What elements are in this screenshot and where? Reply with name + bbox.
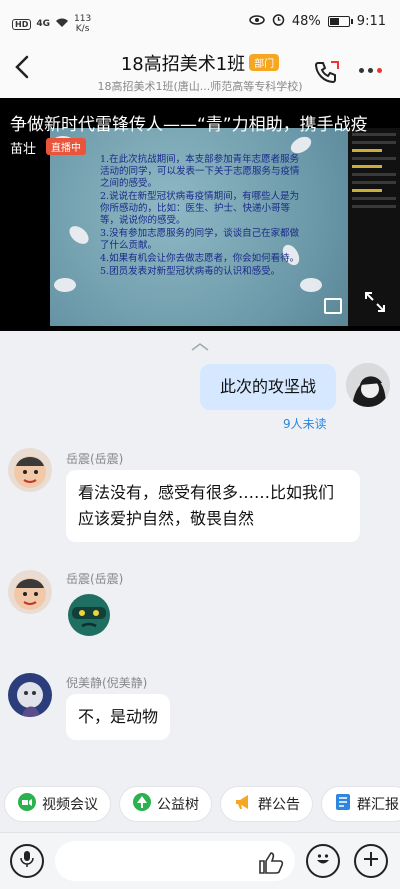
side-panel-row <box>352 165 382 168</box>
slide-line: 4.如果有机会让你去做志愿者，你会如何看待。 <box>100 253 300 264</box>
side-panel-row <box>352 173 396 176</box>
charity-tree-label: 公益树 <box>157 797 199 813</box>
live-status-badge: 直播中 <box>46 138 86 155</box>
group-notice-button[interactable]: 群公告 <box>220 786 313 822</box>
sim-signal-icon: 4G <box>36 19 50 29</box>
sender-name: 倪美静(倪美静) <box>66 676 148 690</box>
group-title: 18高招美术1班 <box>120 54 246 75</box>
net-speed-unit: K/s <box>75 24 90 34</box>
quick-action-bar: 视频会议 公益树 群公告 群汇报 <box>0 786 400 830</box>
alarm-icon <box>272 13 285 30</box>
megaphone-icon <box>233 792 253 816</box>
message-row: 看法没有，感受有很多……比如我们应该爱护自然，敬畏自然 <box>66 470 360 542</box>
sender-name: 岳震(岳震) <box>66 572 124 586</box>
group-notice-label: 群公告 <box>258 797 300 813</box>
chat-header: 18高招美术1班 部门 18高招美术1班(唐山...师范高等专科学校) <box>0 44 400 98</box>
video-icon <box>17 792 37 816</box>
sender-name: 岳震(岳震) <box>66 452 124 466</box>
wifi-icon <box>55 17 69 31</box>
sender-avatar[interactable] <box>8 673 52 717</box>
slide-line: 2.说说在新型冠状病毒疫情期间，有哪些人是为你所感动的，比如：医生、护士、快递小… <box>100 191 300 226</box>
my-avatar[interactable] <box>346 363 390 407</box>
my-message-bubble[interactable]: 此次的攻坚战 <box>200 364 336 410</box>
sender-avatar[interactable] <box>8 448 52 492</box>
clock: 9:11 <box>356 14 386 29</box>
message-bubble[interactable]: 看法没有，感受有很多……比如我们应该爱护自然，敬畏自然 <box>66 470 360 542</box>
status-bar: HD 4G 113 K/s 48% 9:11 <box>0 0 400 44</box>
video-meeting-label: 视频会议 <box>42 797 98 813</box>
slide-line: 3.没有参加志愿服务的同学，谈谈自己在家都做了什么贡献。 <box>100 228 300 251</box>
side-panel-row <box>352 181 396 184</box>
department-badge: 部门 <box>249 54 280 71</box>
smiley-icon <box>313 849 333 873</box>
slide-line: 1.在此次抗战期间，本支部参加青年志愿者服务活动的同学，可以发表一下关于志愿服务… <box>100 154 300 189</box>
thumbs-up-icon[interactable] <box>258 851 284 879</box>
battery-fill <box>329 18 339 25</box>
group-report-button[interactable]: 群汇报 <box>321 786 400 822</box>
petal-decoration <box>66 222 92 248</box>
fullscreen-icon[interactable] <box>364 291 386 317</box>
battery-percent: 48% <box>291 14 321 29</box>
net-speed-value: 113 <box>74 14 92 24</box>
more-attachments-button[interactable] <box>354 844 388 878</box>
video-meeting-button[interactable]: 视频会议 <box>4 786 111 822</box>
petal-decoration <box>300 278 322 292</box>
side-panel-row <box>352 149 382 152</box>
group-call-button[interactable] <box>314 60 340 88</box>
live-slide: 1.在此次抗战期间，本支部参加青年志愿者服务活动的同学，可以发表一下关于志愿服务… <box>50 128 348 326</box>
charity-tree-button[interactable]: 公益树 <box>119 786 212 822</box>
message-row-me: 此次的攻坚战 <box>200 364 336 410</box>
net-speed: 113 K/s <box>74 14 91 34</box>
tree-icon <box>132 792 152 816</box>
hd-indicator: HD <box>12 18 32 30</box>
plus-icon <box>362 850 380 872</box>
microphone-icon <box>20 850 34 872</box>
message-bubble[interactable]: 不，是动物 <box>66 694 171 740</box>
live-title: 争做新时代雷锋传人——“青”力相助，携手战疫 <box>10 115 368 135</box>
group-subtitle: 18高招美术1班(唐山...师范高等专科学校) <box>97 80 303 93</box>
live-stream-panel[interactable]: 1.在此次抗战期间，本支部参加青年志愿者服务活动的同学，可以发表一下关于志愿服务… <box>0 98 400 331</box>
ninja-sticker-icon[interactable] <box>66 592 112 642</box>
more-dot <box>359 68 364 73</box>
group-report-label: 群汇报 <box>357 797 399 813</box>
eye-icon <box>249 14 265 29</box>
battery-icon <box>327 16 353 27</box>
live-host: 苗壮 <box>10 142 37 157</box>
side-panel-row <box>352 205 396 208</box>
more-dot-unread <box>377 68 382 73</box>
sender-avatar[interactable] <box>8 570 52 614</box>
more-dot <box>368 68 373 73</box>
message-row: 不，是动物 <box>66 694 171 740</box>
voice-input-button[interactable] <box>10 844 44 878</box>
emoji-button[interactable] <box>306 844 340 878</box>
side-panel-row <box>352 141 396 144</box>
report-icon <box>334 792 352 816</box>
input-bar <box>0 832 400 889</box>
slide-text: 1.在此次抗战期间，本支部参加青年志愿者服务活动的同学，可以发表一下关于志愿服务… <box>100 154 305 279</box>
slide-line: 5.团员发表对新型冠状病毒的认识和感受。 <box>100 266 281 277</box>
collapse-live-chevron-icon[interactable] <box>190 337 210 356</box>
side-panel-row <box>352 197 396 200</box>
side-panel-row <box>352 189 382 192</box>
read-status[interactable]: 9人未读 <box>283 415 327 432</box>
more-menu-button[interactable] <box>359 68 382 73</box>
petal-decoration <box>54 278 76 292</box>
pip-icon[interactable] <box>324 298 342 314</box>
side-panel-row <box>352 157 396 160</box>
title-block: 18高招美术1班 部门 18高招美术1班(唐山...师范高等专科学校) <box>0 50 400 94</box>
